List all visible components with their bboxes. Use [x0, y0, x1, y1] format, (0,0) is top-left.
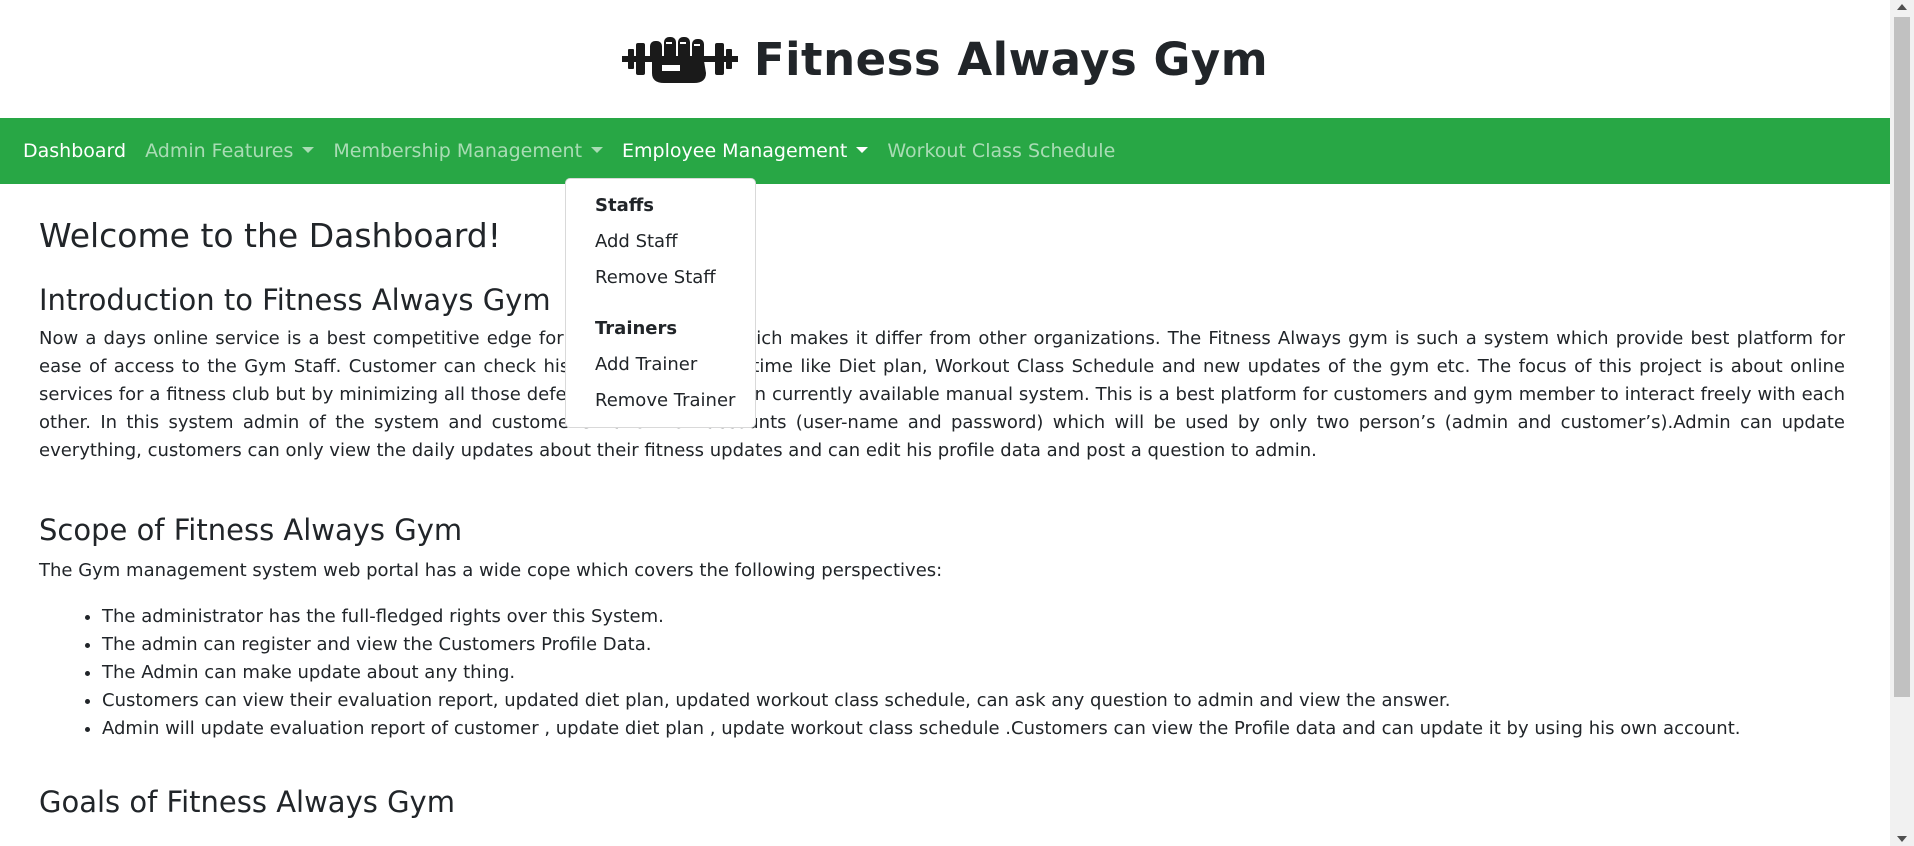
- nav-membership-management[interactable]: Membership Management: [333, 140, 604, 162]
- list-item: Admin will update evaluation report of c…: [102, 715, 1845, 743]
- caret-down-icon: [856, 147, 869, 153]
- scope-title: Scope of Fitness Always Gym: [39, 513, 463, 547]
- add-staff-link[interactable]: Add Staff: [566, 224, 755, 260]
- fist-dumbbell-icon: [621, 31, 738, 87]
- main-content: Welcome to the Dashboard! Introduction t…: [39, 184, 1845, 819]
- remove-staff-link[interactable]: Remove Staff: [566, 260, 755, 296]
- nav-workout-class-schedule[interactable]: Workout Class Schedule: [887, 140, 1115, 162]
- remove-trainer-link[interactable]: Remove Trainer: [566, 383, 755, 419]
- intro-paragraph: Now a days online service is a best comp…: [39, 328, 1845, 461]
- site-header: Fitness Always Gym: [0, 0, 1890, 118]
- scroll-down-icon[interactable]: [1897, 836, 1907, 842]
- nav-dashboard-label: Dashboard: [23, 140, 127, 162]
- scope-paragraph: The Gym management system web portal has…: [39, 560, 943, 581]
- nav-employee-management[interactable]: Employee Management: [622, 140, 869, 162]
- nav-workout-class-schedule-label: Workout Class Schedule: [887, 140, 1116, 162]
- employee-management-dropdown: Staffs Add Staff Remove Staff Trainers A…: [565, 178, 756, 428]
- list-item: The Admin can make update about any thin…: [102, 659, 1845, 687]
- site-title: Fitness Always Gym: [753, 32, 1269, 86]
- scope-list: The administrator has the full-fledged r…: [39, 603, 1845, 743]
- list-item: Customers can view their evaluation repo…: [102, 687, 1845, 715]
- scroll-up-icon[interactable]: [1897, 4, 1907, 10]
- dropdown-header-trainers: Trainers: [595, 318, 678, 339]
- caret-down-icon: [302, 147, 315, 153]
- nav-membership-management-label: Membership Management: [333, 140, 583, 162]
- page-heading: Welcome to the Dashboard!: [39, 216, 501, 255]
- caret-down-icon: [591, 147, 604, 153]
- nav-admin-features[interactable]: Admin Features: [145, 140, 315, 162]
- dropdown-divider: [566, 296, 755, 312]
- intro-title: Introduction to Fitness Always Gym: [39, 283, 551, 317]
- nav-admin-features-label: Admin Features: [145, 140, 294, 162]
- nav-employee-management-label: Employee Management: [622, 140, 848, 162]
- main-navbar: Dashboard Admin Features Membership Mana…: [0, 118, 1890, 184]
- list-item: The admin can register and view the Cust…: [102, 631, 1845, 659]
- scrollbar-thumb[interactable]: [1894, 17, 1910, 697]
- dropdown-header-staffs: Staffs: [595, 195, 655, 216]
- add-trainer-link[interactable]: Add Trainer: [566, 347, 755, 383]
- list-item: The administrator has the full-fledged r…: [102, 603, 1845, 631]
- nav-dashboard[interactable]: Dashboard: [23, 140, 126, 162]
- vertical-scrollbar[interactable]: [1890, 0, 1914, 846]
- page: Fitness Always Gym Dashboard Admin Featu…: [0, 0, 1890, 846]
- goals-title: Goals of Fitness Always Gym: [39, 785, 455, 819]
